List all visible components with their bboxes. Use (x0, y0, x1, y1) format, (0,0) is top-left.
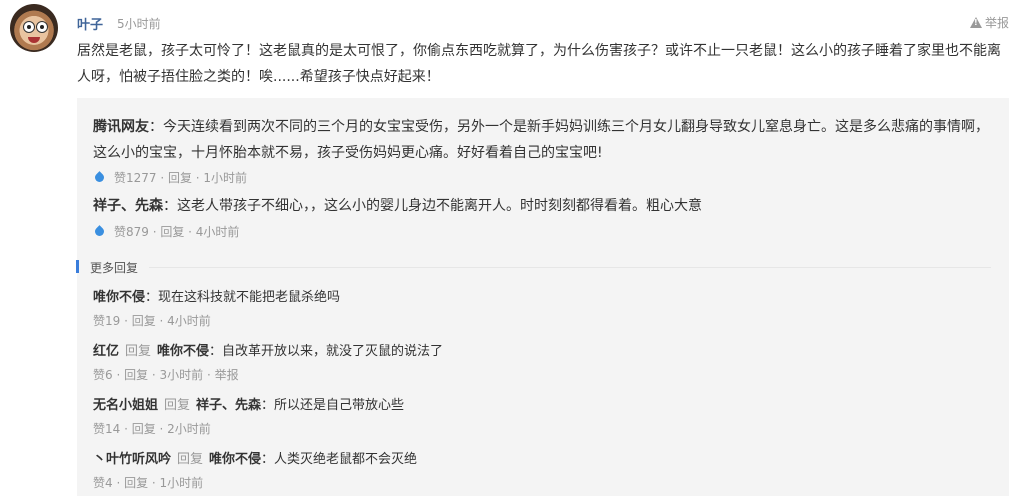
more-replies-label[interactable]: 更多回复 (76, 259, 138, 276)
quote-username[interactable]: 腾讯网友 (93, 119, 149, 135)
reply-row: 唯你不侵：现在这科技就不能把老鼠杀绝吗 (93, 286, 340, 305)
report-button[interactable]: 举报 (969, 14, 1009, 31)
report-label: 举报 (984, 16, 1009, 30)
reply-label: 回复 (177, 452, 204, 467)
reply-text: ：所以还是自己带放心些 (261, 398, 405, 413)
quote-meta-text[interactable]: 赞879 · 回复 · 4小时前 (114, 223, 239, 240)
quote-meta: 赞1277 · 回复 · 1小时前 (93, 169, 247, 186)
avatar-eye-right (36, 21, 48, 33)
reply-meta[interactable]: 赞19 · 回复 · 4小时前 (93, 312, 211, 329)
comment-author[interactable]: 叶子 (77, 14, 103, 33)
like-drop-icon[interactable] (93, 171, 106, 184)
comment-time: 5小时前 (117, 17, 161, 31)
reply-meta[interactable]: 赞4 · 回复 · 1小时前 (93, 474, 203, 491)
reply-target[interactable]: 唯你不侵 (157, 344, 209, 359)
reply-row: 丶叶竹听风吟 回复 唯你不侵：人类灭绝老鼠都不会灭绝 (93, 448, 417, 467)
reply-label: 回复 (164, 398, 191, 413)
reply-text: ：现在这科技就不能把老鼠杀绝吗 (145, 290, 341, 305)
reply-row: 无名小姐姐 回复 祥子、先森：所以还是自己带放心些 (93, 394, 404, 413)
reply-target[interactable]: 唯你不侵 (209, 452, 261, 467)
reply-panel: 腾讯网友：今天连续看到两次不同的三个月的女宝宝受伤，另外一个是新手妈妈训练三个月… (76, 98, 1009, 496)
reply-username[interactable]: 红亿 (93, 344, 119, 359)
quote-text: ：这老人带孩子不细心，，这么小的婴儿身边不能离开人。时时刻刻都得看着。粗心大意 (163, 198, 702, 214)
reply-username[interactable]: 唯你不侵 (93, 290, 145, 305)
reply-text: ：自改革开放以来，就没了灭鼠的说法了 (209, 344, 444, 359)
avatar-eye-left (23, 21, 35, 33)
reply-target[interactable]: 祥子、先森 (196, 398, 261, 413)
avatar[interactable] (10, 4, 58, 52)
quote-item: 腾讯网友：今天连续看到两次不同的三个月的女宝宝受伤，另外一个是新手妈妈训练三个月… (93, 114, 993, 166)
warning-icon (969, 17, 982, 28)
quote-username[interactable]: 祥子、先森 (93, 198, 163, 214)
avatar-mouth (28, 37, 40, 43)
quote-meta: 赞879 · 回复 · 4小时前 (93, 223, 239, 240)
reply-label: 回复 (125, 344, 152, 359)
quote-meta-text[interactable]: 赞1277 · 回复 · 1小时前 (114, 169, 247, 186)
quote-text: ：今天连续看到两次不同的三个月的女宝宝受伤，另外一个是新手妈妈训练三个月女儿翻身… (93, 119, 989, 161)
quote-item: 祥子、先森：这老人带孩子不细心，，这么小的婴儿身边不能离开人。时时刻刻都得看着。… (93, 193, 993, 219)
reply-row: 红亿 回复 唯你不侵：自改革开放以来，就没了灭鼠的说法了 (93, 340, 443, 359)
reply-text: ：人类灭绝老鼠都不会灭绝 (261, 452, 418, 467)
reply-username[interactable]: 丶叶竹听风吟 (93, 452, 171, 467)
comment-text: 居然是老鼠，孩子太可怜了！这老鼠真的是太可恨了，你偷点东西吃就算了，为什么伤害孩… (77, 43, 1001, 85)
divider (149, 267, 991, 268)
reply-meta[interactable]: 赞6 · 回复 · 3小时前 · 举报 (93, 366, 239, 383)
reply-username[interactable]: 无名小姐姐 (93, 398, 158, 413)
like-drop-icon[interactable] (93, 225, 106, 238)
reply-meta[interactable]: 赞14 · 回复 · 2小时前 (93, 420, 211, 437)
